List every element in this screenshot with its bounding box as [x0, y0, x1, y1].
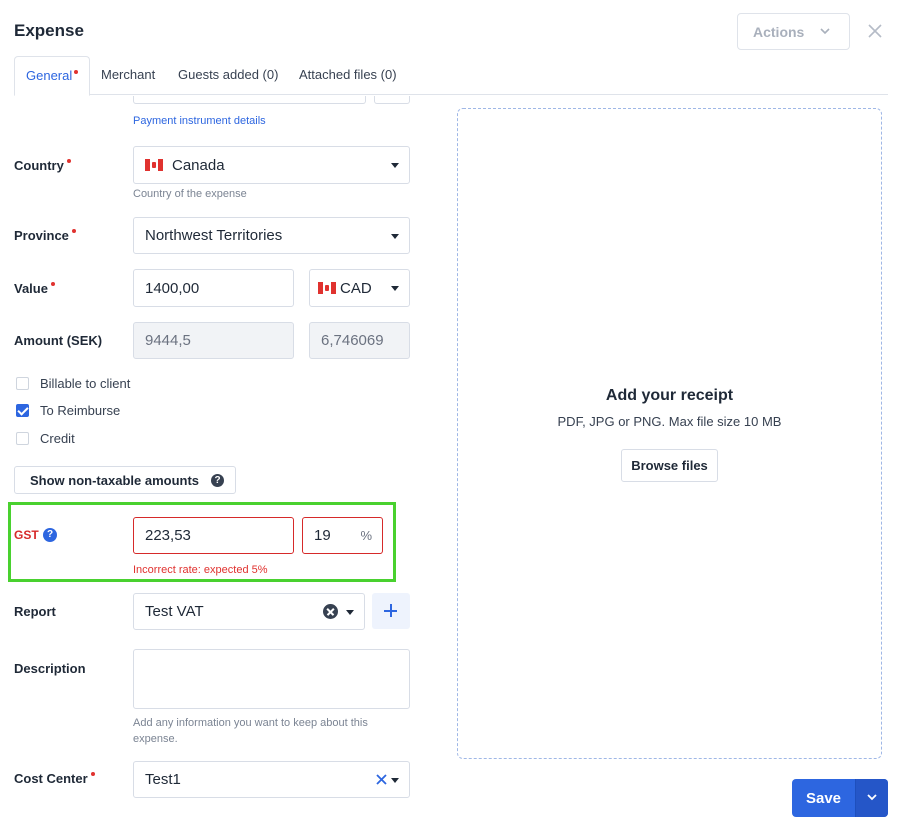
- payment-instrument-details-link[interactable]: Payment instrument details: [133, 115, 266, 127]
- gst-rate-input[interactable]: 19 %: [302, 517, 383, 554]
- billable-label: Billable to client: [40, 376, 131, 391]
- description-textarea[interactable]: [133, 649, 410, 709]
- tab-attached-files-label: Attached files (0): [299, 67, 397, 82]
- actions-dropdown-button[interactable]: Actions: [737, 13, 850, 50]
- country-helper: Country of the expense: [133, 188, 247, 200]
- value-amount-input[interactable]: 1400,00: [133, 269, 294, 307]
- tab-general-label: General: [26, 68, 73, 83]
- gst-label: GST: [14, 528, 39, 542]
- to-reimburse-checkbox[interactable]: [16, 404, 29, 417]
- amount-sek-input: 9444,5: [133, 322, 294, 359]
- amount-sek-value: 9444,5: [145, 332, 191, 349]
- add-report-button[interactable]: [372, 593, 410, 629]
- gst-rate: 19: [314, 527, 331, 544]
- credit-label: Credit: [40, 431, 75, 446]
- country-select[interactable]: Canada: [133, 146, 410, 184]
- country-label: Country: [14, 158, 71, 173]
- tab-guests-label: Guests added (0): [178, 67, 279, 82]
- clear-icon[interactable]: [323, 604, 338, 619]
- caret-down-icon: [391, 286, 399, 291]
- receipt-title: Add your receipt: [605, 387, 734, 404]
- clear-icon[interactable]: [376, 774, 387, 785]
- tab-merchant[interactable]: Merchant: [90, 56, 166, 95]
- currency-value: CAD: [340, 279, 372, 297]
- caret-down-icon: [391, 163, 399, 168]
- scrolled-field-edge: [133, 96, 366, 104]
- save-button[interactable]: Save: [792, 779, 855, 817]
- exchange-rate-input: 6,746069: [309, 322, 410, 359]
- value-label: Value: [14, 281, 55, 296]
- save-button-group: Save: [792, 779, 888, 817]
- report-value: Test VAT: [145, 603, 204, 620]
- report-label: Report: [14, 604, 56, 619]
- value-amount: 1400,00: [145, 279, 200, 297]
- show-non-taxable-button[interactable]: Show non-taxable amounts ?: [14, 466, 236, 494]
- caret-down-icon: [391, 233, 399, 239]
- chevron-down-icon: [867, 794, 877, 801]
- close-icon[interactable]: [866, 22, 884, 40]
- scrolled-field-edge: [374, 96, 410, 104]
- required-indicator: [74, 70, 79, 74]
- cost-center-value: Test1: [145, 771, 181, 788]
- canada-flag-icon: [145, 159, 163, 171]
- help-icon[interactable]: ?: [211, 473, 225, 487]
- province-value: Northwest Territories: [145, 227, 283, 244]
- cost-center-label: Cost Center: [14, 771, 95, 786]
- to-reimburse-label: To Reimburse: [40, 403, 121, 418]
- description-label: Description: [14, 661, 86, 676]
- billable-checkbox[interactable]: [16, 377, 29, 390]
- canada-flag-icon: [318, 282, 336, 294]
- receipt-dropzone[interactable]: Add your receipt PDF, JPG or PNG. Max fi…: [457, 108, 882, 759]
- gst-amount: 223,53: [145, 527, 191, 544]
- province-select[interactable]: Northwest Territories: [133, 217, 410, 254]
- tab-merchant-label: Merchant: [101, 67, 156, 82]
- credit-checkbox[interactable]: [16, 432, 29, 445]
- gst-amount-input[interactable]: 223,53: [133, 517, 294, 554]
- province-label: Province: [14, 228, 76, 243]
- country-value: Canada: [172, 156, 225, 174]
- chevron-down-icon: [820, 28, 830, 35]
- caret-down-icon: [346, 609, 354, 615]
- caret-down-icon: [391, 777, 399, 783]
- description-helper: Add any information you want to keep abo…: [133, 717, 368, 745]
- report-select[interactable]: Test VAT: [133, 593, 365, 630]
- tab-bar: General Merchant Guests added (0) Attach…: [14, 56, 888, 96]
- tab-general[interactable]: General: [14, 56, 91, 96]
- tab-attached-files[interactable]: Attached files (0): [288, 56, 408, 95]
- exchange-rate-value: 6,746069: [321, 332, 384, 349]
- show-non-taxable-label: Show non-taxable amounts: [30, 472, 200, 488]
- gst-error-message: Incorrect rate: expected 5%: [133, 564, 268, 576]
- page-title: Expense: [14, 21, 84, 40]
- save-options-button[interactable]: [856, 779, 888, 817]
- tab-guests[interactable]: Guests added (0): [167, 56, 289, 95]
- browse-files-button[interactable]: Browse files: [621, 449, 718, 482]
- currency-select[interactable]: CAD: [309, 269, 410, 307]
- actions-label: Actions: [753, 23, 805, 40]
- receipt-subtitle: PDF, JPG or PNG. Max file size 10 MB: [557, 414, 782, 429]
- percent-unit: %: [360, 528, 372, 543]
- cost-center-select[interactable]: Test1: [133, 761, 410, 798]
- gst-help-icon[interactable]: ?: [43, 528, 57, 542]
- amount-sek-label: Amount (SEK): [14, 333, 103, 348]
